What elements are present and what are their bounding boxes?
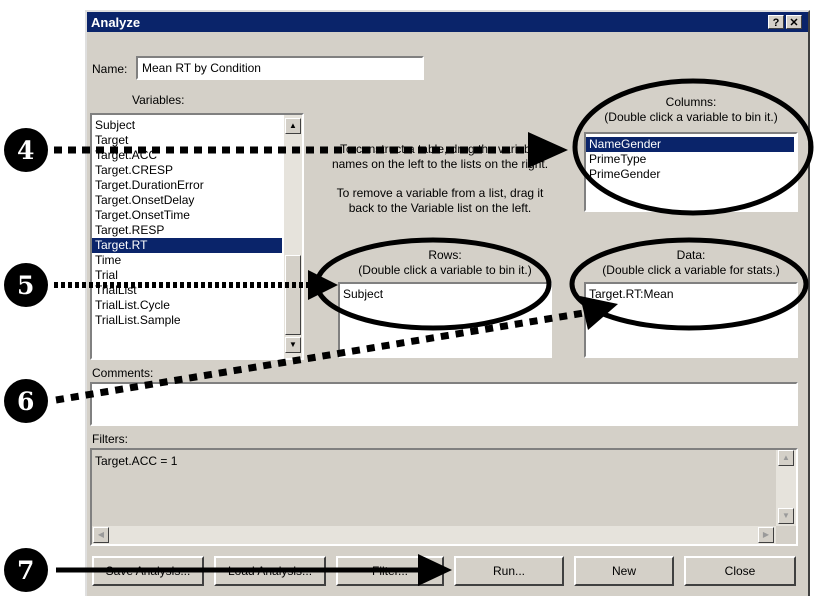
callout-7: 7	[17, 556, 35, 585]
callout-5: 5	[17, 271, 35, 300]
columns-ellipse	[572, 78, 814, 216]
connector-6	[55, 308, 591, 404]
data-ellipse	[569, 237, 809, 331]
callout-4: 4	[17, 136, 35, 165]
annotation-overlay	[4, 78, 814, 592]
arrowhead-4	[528, 132, 568, 168]
arrowhead-7	[418, 554, 452, 586]
arrowhead-6	[580, 296, 618, 330]
rows-ellipse	[314, 237, 552, 331]
callout-6: 6	[17, 387, 35, 416]
